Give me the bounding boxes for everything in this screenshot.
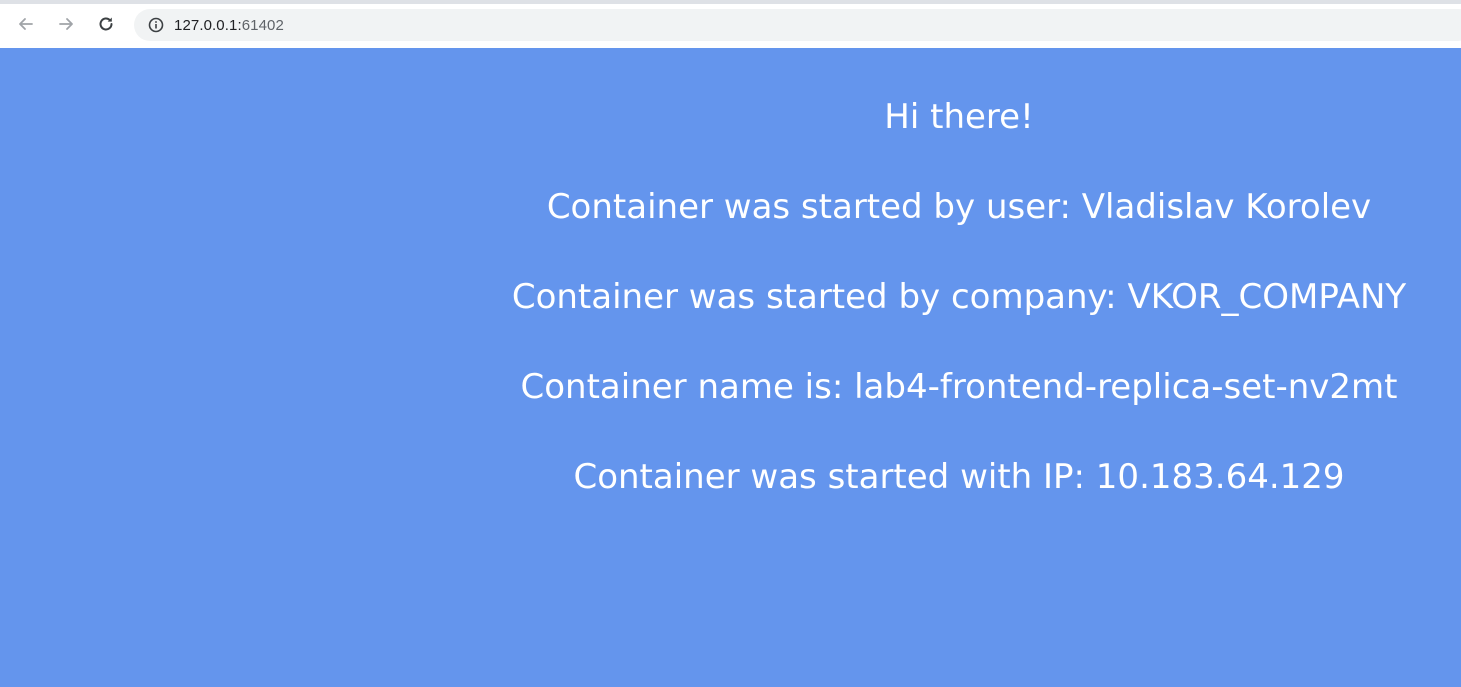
- forward-button[interactable]: [52, 10, 80, 38]
- started-by-company-text: Container was started by company: VKOR_C…: [511, 277, 1407, 317]
- greeting-text: Hi there!: [884, 97, 1034, 137]
- back-button[interactable]: [12, 10, 40, 38]
- browser-toolbar: 127.0.0.1:61402: [0, 0, 1461, 48]
- arrow-left-icon: [16, 14, 36, 34]
- url-text[interactable]: 127.0.0.1:61402: [174, 17, 284, 34]
- address-bar[interactable]: 127.0.0.1:61402: [134, 9, 1461, 41]
- url-port: 61402: [241, 16, 284, 34]
- container-name-text: Container name is: lab4-frontend-replica…: [520, 367, 1398, 407]
- reload-button[interactable]: [92, 10, 120, 38]
- started-by-user-text: Container was started by user: Vladislav…: [546, 187, 1372, 227]
- reload-icon: [96, 14, 116, 34]
- info-icon[interactable]: [148, 17, 164, 33]
- url-host: 127.0.0.1:: [174, 16, 242, 34]
- arrow-right-icon: [56, 14, 76, 34]
- container-ip-text: Container was started with IP: 10.183.64…: [573, 457, 1345, 497]
- container-info: Hi there! Container was started by user:…: [459, 92, 1459, 542]
- page-body: Hi there! Container was started by user:…: [0, 48, 1461, 687]
